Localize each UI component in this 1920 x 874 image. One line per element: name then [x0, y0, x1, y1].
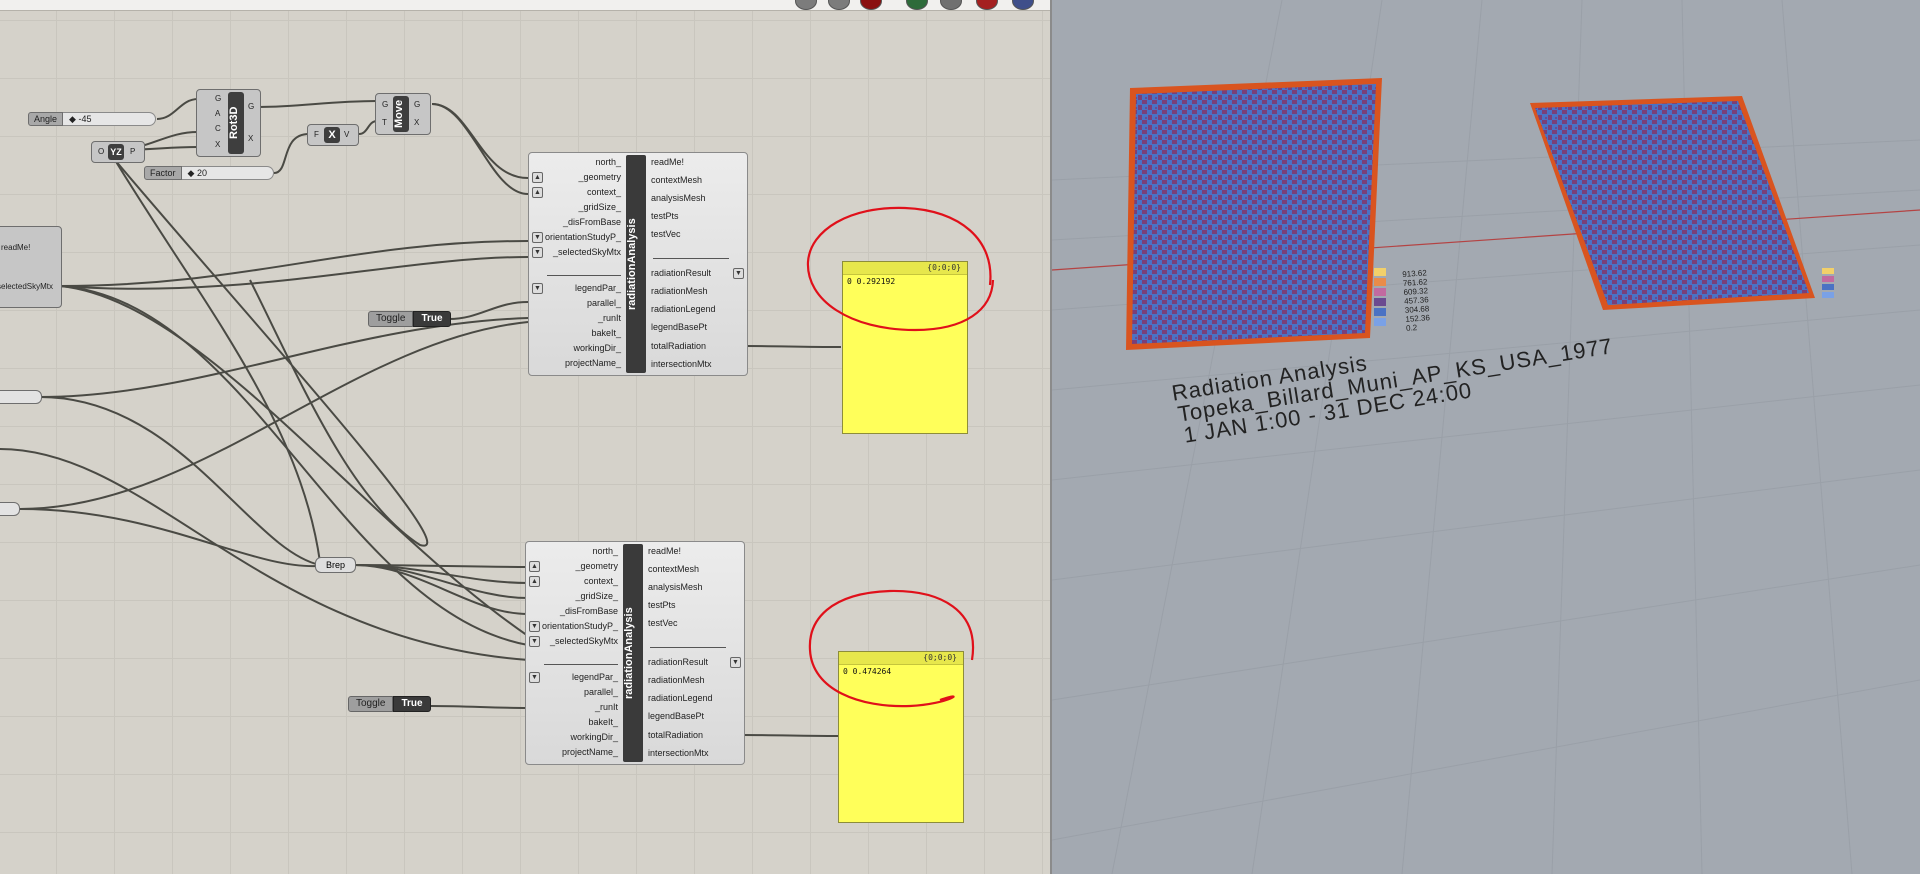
- legend-values-1: 913.62 761.62 609.32 457.36 304.68 152.3…: [1402, 268, 1431, 333]
- annotation-layer: [806, 206, 995, 708]
- viewport-scene: [1052, 0, 1920, 874]
- legend-value: 152.36: [1405, 313, 1431, 324]
- legend-1: [1374, 268, 1386, 326]
- red-annotation-circle: [808, 589, 975, 708]
- legend-2: [1822, 268, 1834, 298]
- legend-value: 0.2: [1405, 323, 1418, 333]
- grasshopper-canvas[interactable]: Angle ◆ -45 Factor ◆ 20 G A C X Rot3D G …: [0, 0, 1050, 874]
- rhino-viewport[interactable]: 913.62 761.62 609.32 457.36 304.68 152.3…: [1052, 0, 1920, 874]
- red-annotation-circle: [806, 206, 995, 332]
